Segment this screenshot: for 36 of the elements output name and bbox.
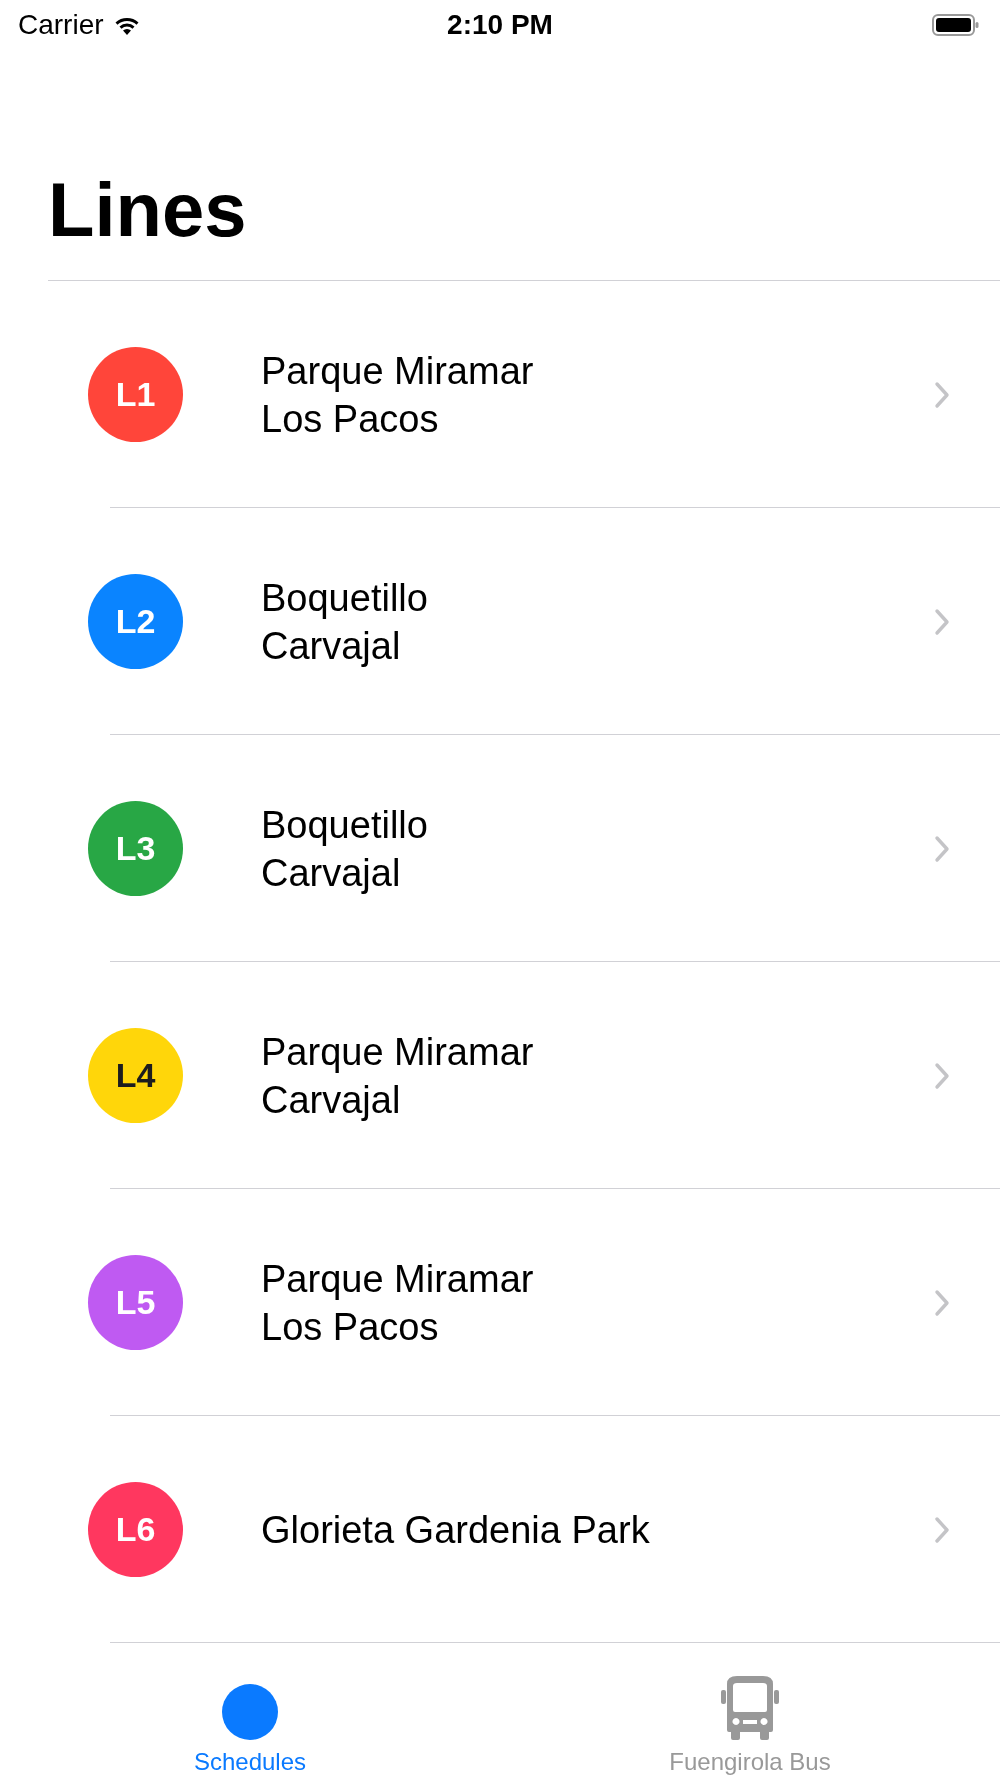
circle-icon bbox=[222, 1684, 278, 1740]
stop-name: Los Pacos bbox=[261, 396, 439, 442]
chevron-icon bbox=[934, 1061, 950, 1090]
battery-icon bbox=[932, 13, 980, 37]
chevron-icon bbox=[934, 607, 950, 636]
chevron-icon bbox=[934, 834, 950, 863]
line-badge: L3 bbox=[88, 801, 183, 896]
line-badge: L2 bbox=[88, 574, 183, 669]
carrier-name: Carrier bbox=[18, 9, 104, 41]
bus-icon bbox=[719, 1674, 781, 1740]
line-badge: L5 bbox=[88, 1255, 183, 1350]
line-badge: L1 bbox=[88, 347, 183, 442]
stop-name: Los Pacos bbox=[261, 1304, 439, 1350]
line-row[interactable]: L1 Parque Miramar Los Pacos bbox=[48, 281, 1000, 508]
stop-name: Boquetillo bbox=[261, 802, 428, 848]
line-row[interactable]: L3 Boquetillo Carvajal bbox=[48, 735, 1000, 962]
line-row[interactable]: L2 Boquetillo Carvajal bbox=[48, 508, 1000, 735]
chevron-icon bbox=[934, 1515, 950, 1544]
line-badge: L4 bbox=[88, 1028, 183, 1123]
page-title: Lines bbox=[48, 168, 247, 252]
chevron-icon bbox=[934, 380, 950, 409]
stop-name: Parque Miramar bbox=[261, 1029, 534, 1075]
stop-name: Glorieta Gardenia Park bbox=[261, 1507, 650, 1553]
line-badge: L6 bbox=[88, 1482, 183, 1577]
stop-name: Carvajal bbox=[261, 1077, 401, 1123]
chevron-icon bbox=[934, 1288, 950, 1317]
stop-name: Carvajal bbox=[261, 850, 401, 896]
line-row[interactable]: L5 Parque Miramar Los Pacos bbox=[48, 1189, 1000, 1416]
stop-name: Boquetillo bbox=[261, 575, 428, 621]
status-time: 2:10 PM bbox=[447, 9, 553, 41]
line-row[interactable]: L4 Parque Miramar Carvajal bbox=[48, 962, 1000, 1189]
stop-name: Parque Miramar bbox=[261, 348, 534, 394]
line-row[interactable]: L6 Glorieta Gardenia Park bbox=[48, 1416, 1000, 1643]
stop-name: Carvajal bbox=[261, 623, 401, 669]
stop-name: Parque Miramar bbox=[261, 1256, 534, 1302]
tab[interactable]: Schedules bbox=[0, 1643, 500, 1778]
